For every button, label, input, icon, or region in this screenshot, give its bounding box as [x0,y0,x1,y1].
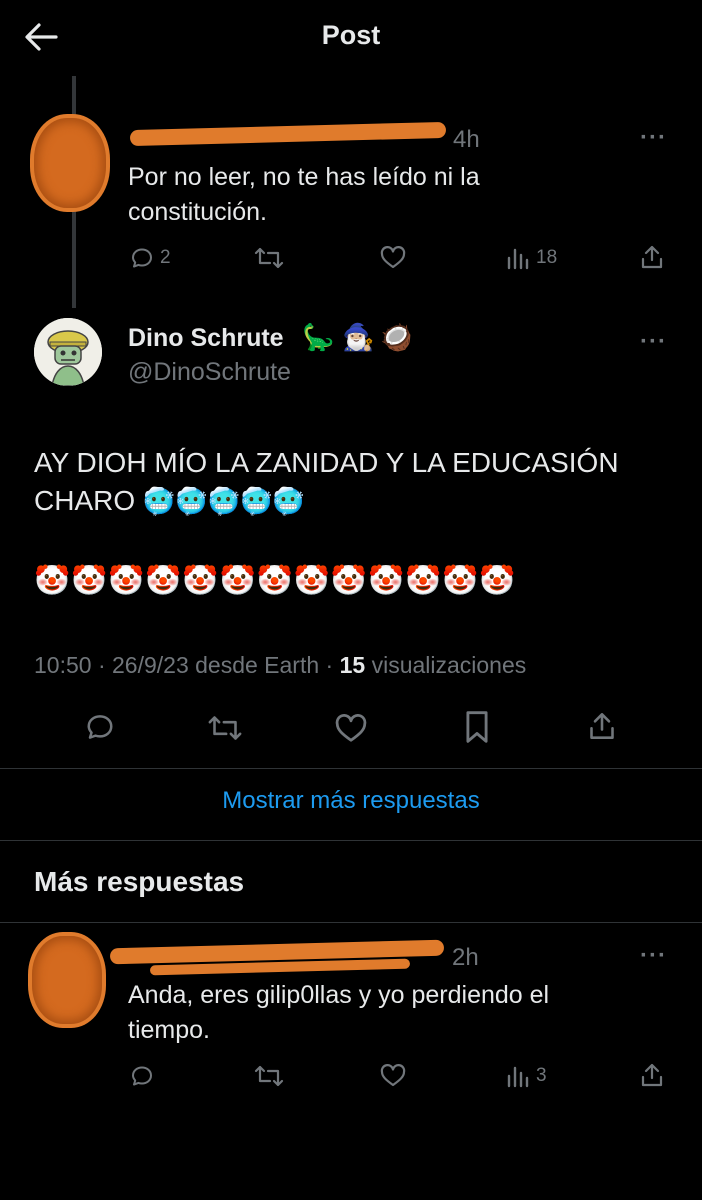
divider [0,768,702,769]
bookmark-button[interactable] [464,710,490,744]
bookmark-icon [466,711,488,743]
like-button[interactable] [380,1064,406,1088]
post-timestamp: 10:50 · 26/9/23 desde Earth · 15 visuali… [34,652,526,679]
divider [0,922,702,923]
post-emoji-line: 🤡🤡🤡🤡🤡🤡🤡🤡🤡🤡🤡🤡🤡 [34,565,517,597]
views-icon [507,1066,529,1088]
retweet-icon [254,247,284,269]
more-replies-heading: Más respuestas [34,866,245,897]
name-emoji: 🧙🏼‍♂️ [342,322,375,352]
more-icon[interactable]: ··· [640,328,667,356]
avatar[interactable] [32,936,102,1024]
reply-icon [87,715,113,739]
like-icon [380,246,406,269]
like-icon [380,1064,406,1087]
share-icon [590,713,614,739]
views-button[interactable]: 3 [506,1064,547,1088]
like-icon [335,714,367,742]
reply-text: Anda, eres gilip0llas y yo perdiendo el … [128,978,549,1048]
name-emoji: 🦕 [302,322,335,352]
view-count: 18 [536,247,558,268]
reply-text: Por no leer, no te has leído ni la const… [128,160,480,230]
view-count: 3 [536,1065,547,1086]
post-text-line: AY DIOH MÍO LA ZANIDAD Y LA EDUCASIÓN [34,447,619,478]
share-button[interactable] [640,244,664,270]
post-text: AY DIOH MÍO LA ZANIDAD Y LA EDUCASIÓN CH… [34,444,674,520]
share-button[interactable] [640,1062,664,1088]
redacted-name [129,121,447,147]
more-icon[interactable]: ··· [640,124,667,152]
reply-icon [132,248,152,268]
divider [0,840,702,841]
reply-button[interactable] [84,712,116,742]
retweet-button[interactable] [254,246,284,270]
user-handle[interactable]: @DinoSchrute [128,358,291,387]
like-button[interactable] [380,246,406,270]
display-name[interactable]: Dino Schrute [128,324,284,353]
share-button[interactable] [588,710,616,742]
reply-button[interactable]: 2 [130,246,171,270]
share-icon [641,1063,663,1087]
reply-count: 2 [160,247,171,268]
views-icon [507,248,529,270]
thread-line [72,200,76,308]
post-emojis: 🥶🥶🥶🥶🥶 [142,486,305,516]
thread-line [72,76,76,124]
avatar[interactable] [34,318,102,386]
post-text-line: CHARO 🥶🥶🥶🥶🥶 [34,482,674,520]
timestamp-text: 10:50 · 26/9/23 desde Earth · [34,652,340,678]
post-text-word: CHARO [34,485,136,516]
retweet-icon [208,716,242,740]
avatar[interactable] [34,118,106,208]
reply-time: 2h [452,944,479,971]
name-emoji: 🥥 [380,322,413,352]
top-bar: Post [0,0,702,76]
view-label: visualizaciones [365,652,527,678]
retweet-button[interactable] [254,1064,284,1088]
reply-icon [132,1066,152,1086]
views-button[interactable]: 18 [506,246,557,270]
page-title: Post [321,20,381,50]
reply-time: 4h [453,126,480,153]
retweet-button[interactable] [206,714,244,742]
reply-button[interactable] [130,1064,154,1088]
share-icon [641,245,663,269]
reply-text-line: Anda, eres gilip0llas y yo perdiendo el [128,981,550,1009]
reply-text-line: constitución. [128,198,267,226]
show-more-replies-link[interactable]: Mostrar más respuestas [0,787,702,815]
more-icon[interactable]: ··· [640,942,667,970]
retweet-icon [254,1065,284,1087]
reply-text-line: Por no leer, no te has leído ni la [128,163,480,191]
view-count: 15 [339,652,366,678]
like-button[interactable] [334,714,368,744]
reply-text-line: tiempo. [128,1016,210,1044]
